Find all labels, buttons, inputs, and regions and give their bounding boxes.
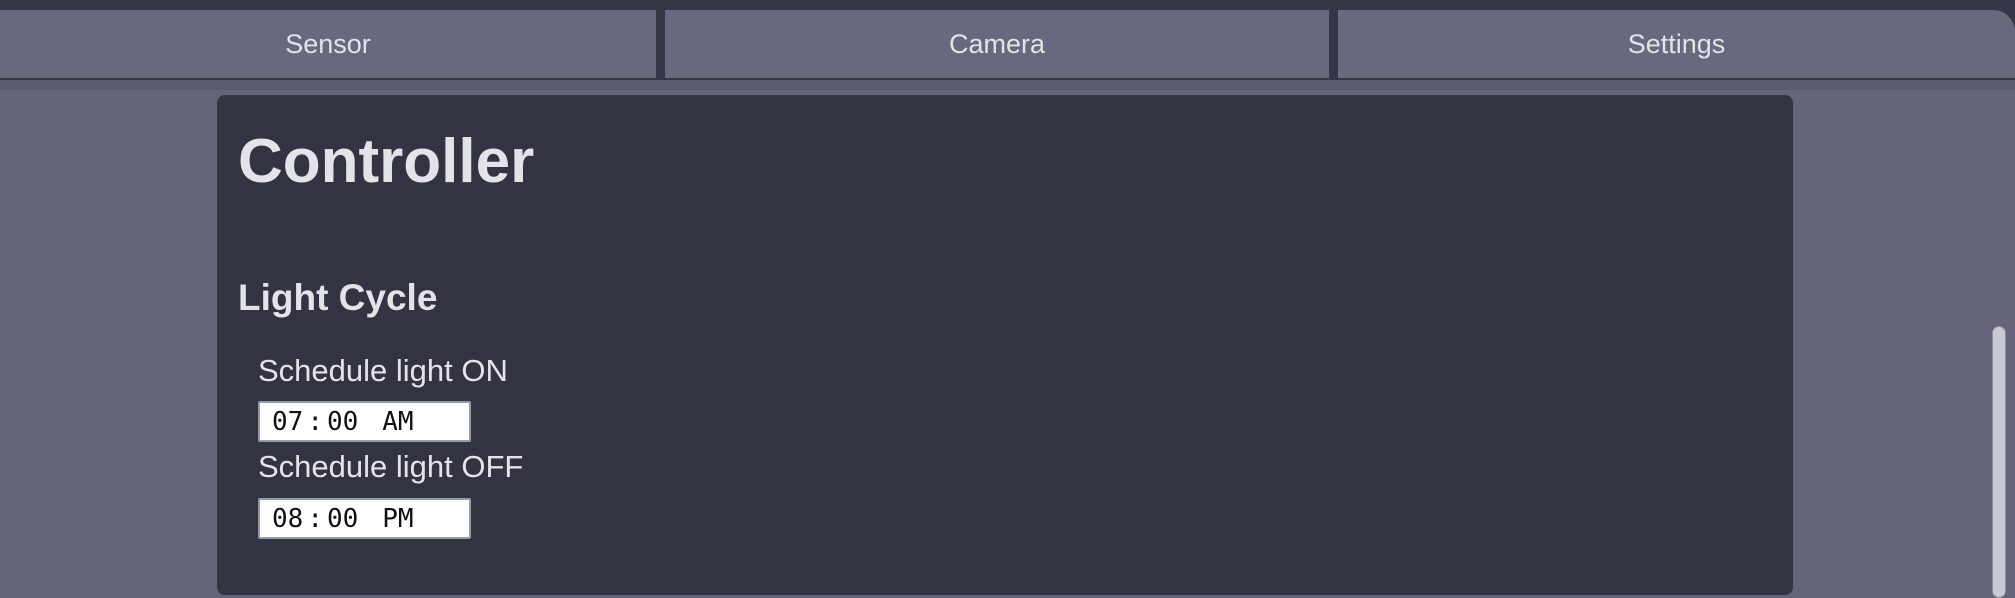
light-on-minute[interactable]: 00: [327, 407, 358, 437]
tab-camera-label: Camera: [948, 28, 1046, 59]
tab-bar-divider: [0, 80, 2015, 90]
tab-settings-label: Settings: [1627, 28, 1726, 59]
controller-panel: Controller Light Cycle Schedule light ON…: [217, 95, 1793, 595]
page-scrollbar[interactable]: [1988, 320, 2010, 598]
light-on-period[interactable]: AM: [382, 407, 413, 437]
light-off-period[interactable]: PM: [382, 504, 413, 534]
schedule-light-off-label: Schedule light OFF: [258, 449, 524, 484]
time-separator: :: [307, 503, 323, 534]
tab-sensor-label: Sensor: [285, 28, 371, 59]
time-separator: :: [307, 406, 323, 437]
tab-camera[interactable]: Camera: [665, 10, 1329, 78]
window-top-strip: [0, 0, 2015, 10]
scrollbar-thumb[interactable]: [1992, 326, 2006, 598]
schedule-light-off-time-input[interactable]: 08 : 00 PM: [258, 498, 471, 539]
schedule-light-on-time-input[interactable]: 07 : 00 AM: [258, 401, 471, 442]
page-title: Controller: [238, 127, 535, 196]
schedule-light-on-label: Schedule light ON: [258, 353, 508, 388]
light-off-minute[interactable]: 00: [327, 504, 358, 534]
light-on-hour[interactable]: 07: [272, 407, 303, 437]
tab-bar: Sensor Camera Settings: [0, 10, 2015, 80]
light-off-hour[interactable]: 08: [272, 504, 303, 534]
tab-settings[interactable]: Settings: [1338, 10, 2015, 78]
tab-sensor[interactable]: Sensor: [0, 10, 656, 78]
light-cycle-heading: Light Cycle: [238, 277, 438, 318]
